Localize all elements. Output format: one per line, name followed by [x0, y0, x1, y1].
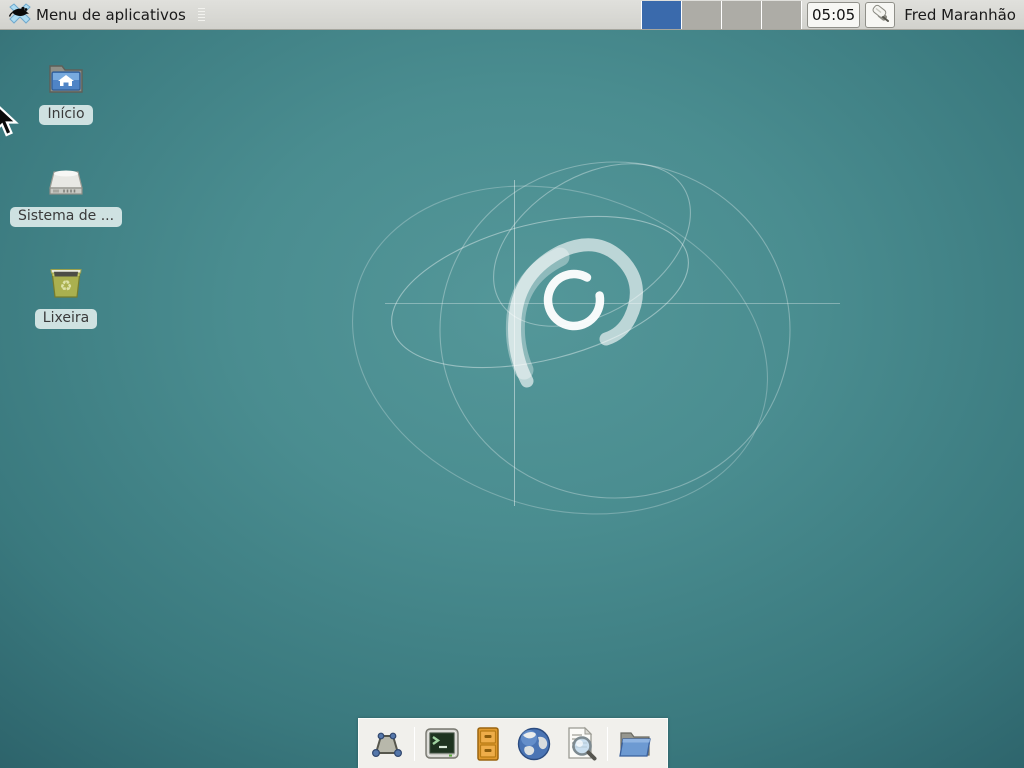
- svg-text:♻: ♻: [60, 279, 73, 295]
- top-panel: Menu de aplicativos 05:05 Fred Maranhão: [0, 0, 1024, 30]
- debian-lines-wallpaper: [0, 0, 1024, 768]
- applications-menu-button[interactable]: Menu de aplicativos: [4, 0, 190, 29]
- launcher-dock: [358, 718, 668, 768]
- workspace-cell-3[interactable]: [722, 1, 762, 29]
- globe-icon[interactable]: [515, 725, 553, 763]
- clock-time: 05:05: [812, 6, 855, 24]
- desktop-icon-label[interactable]: Lixeira: [35, 309, 97, 329]
- clock[interactable]: 05:05: [807, 2, 860, 28]
- folder-icon[interactable]: [616, 725, 654, 763]
- dock-separator: [607, 727, 608, 761]
- panel-grip-handle[interactable]: [198, 8, 205, 21]
- file-cabinet-icon[interactable]: [469, 725, 507, 763]
- desktop-surface[interactable]: [0, 0, 1024, 768]
- applications-menu-label: Menu de aplicativos: [36, 6, 186, 24]
- xfce-logo-icon: [8, 3, 32, 27]
- home-folder-icon: [44, 56, 88, 100]
- workspace-cell-2[interactable]: [682, 1, 722, 29]
- filesystem-drive-icon: [44, 158, 88, 202]
- workspace-switcher[interactable]: [641, 1, 802, 29]
- desktop-icon-filesystem[interactable]: Sistema de ...: [11, 158, 121, 227]
- action-button[interactable]: [865, 2, 895, 28]
- desktop-icon-home[interactable]: Início: [11, 56, 121, 125]
- terminal-icon[interactable]: [423, 725, 461, 763]
- show-desktop-icon[interactable]: [368, 725, 406, 763]
- trash-icon: ♻: [44, 260, 88, 304]
- workspace-cell-4[interactable]: [762, 1, 802, 29]
- username-label: Fred Maranhão: [904, 6, 1016, 24]
- workspace-cell-1[interactable]: [642, 1, 682, 29]
- desktop-icon-trash[interactable]: ♻ Lixeira: [11, 260, 121, 329]
- mouse-device-icon: [869, 4, 891, 26]
- search-document-icon[interactable]: [561, 725, 599, 763]
- dock-separator: [414, 727, 415, 761]
- desktop-icon-label[interactable]: Início: [39, 105, 92, 125]
- desktop-icon-label[interactable]: Sistema de ...: [10, 207, 122, 227]
